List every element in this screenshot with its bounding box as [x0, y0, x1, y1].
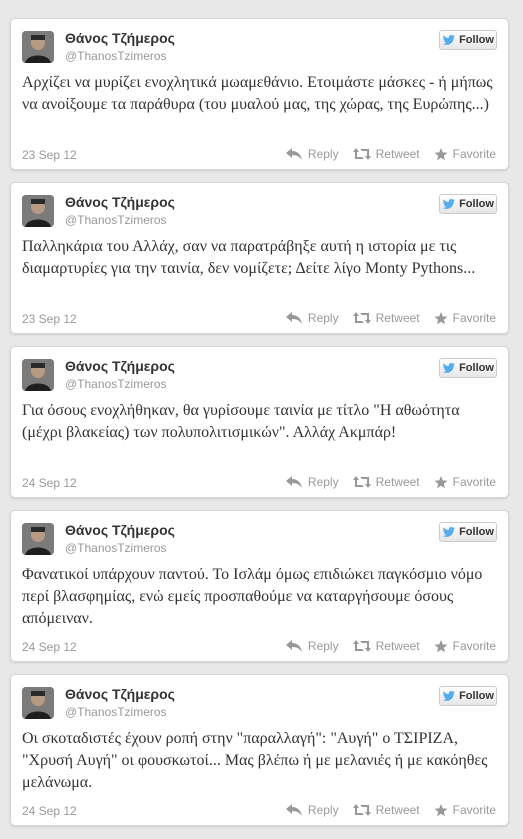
favorite-label: Favorite — [452, 803, 496, 817]
follow-label: Follow — [459, 198, 494, 210]
reply-button[interactable]: Reply — [285, 803, 339, 817]
reply-button[interactable]: Reply — [285, 147, 339, 161]
author-name[interactable]: Θάνος Τζήμερος — [65, 358, 175, 374]
reply-label: Reply — [307, 475, 339, 489]
tweet-date[interactable]: 24 Sep 12 — [22, 640, 77, 654]
favorite-label: Favorite — [452, 639, 496, 653]
retweet-button[interactable]: Retweet — [352, 639, 420, 653]
follow-label: Follow — [459, 690, 494, 702]
tweet-date[interactable]: 24 Sep 12 — [22, 476, 77, 490]
retweet-label: Retweet — [375, 803, 420, 817]
retweet-icon — [352, 804, 371, 816]
author-handle[interactable]: @ThanosTzimeros — [65, 49, 167, 63]
tweet-actions: Reply Retweet Favorite — [285, 475, 496, 489]
reply-button[interactable]: Reply — [285, 475, 339, 489]
reply-label: Reply — [307, 803, 339, 817]
author-handle[interactable]: @ThanosTzimeros — [65, 213, 167, 227]
author-name[interactable]: Θάνος Τζήμερος — [65, 30, 175, 46]
avatar[interactable] — [22, 523, 54, 555]
tweet-actions: Reply Retweet Favorite — [285, 147, 496, 161]
reply-label: Reply — [307, 311, 339, 325]
reply-arrow-icon — [285, 312, 302, 324]
author-handle[interactable]: @ThanosTzimeros — [65, 377, 167, 391]
tweet-text: Παλληκάρια του Αλλάχ, σαν να παρατράβηξε… — [22, 238, 476, 277]
reply-label: Reply — [307, 639, 339, 653]
tweet-card: Θάνος Τζήμερος @ThanosTzimeros Follow Αρ… — [10, 18, 509, 170]
avatar[interactable] — [22, 31, 54, 63]
star-icon — [434, 311, 448, 324]
favorite-button[interactable]: Favorite — [434, 475, 496, 489]
twitter-bird-icon — [442, 690, 456, 701]
tweet-text: Για όσους ενοχλήθηκαν, θα γυρίσουμε ταιν… — [22, 402, 460, 441]
follow-button[interactable]: Follow — [439, 194, 497, 214]
follow-label: Follow — [459, 34, 494, 46]
reply-arrow-icon — [285, 804, 302, 816]
star-icon — [434, 475, 448, 488]
favorite-label: Favorite — [452, 311, 496, 325]
star-icon — [434, 147, 448, 160]
favorite-button[interactable]: Favorite — [434, 147, 496, 161]
retweet-icon — [352, 312, 371, 324]
tweet-card: Θάνος Τζήμερος @ThanosTzimeros Follow Φα… — [10, 510, 509, 662]
tweet-card: Θάνος Τζήμερος @ThanosTzimeros Follow Πα… — [10, 182, 509, 334]
star-icon — [434, 803, 448, 816]
retweet-label: Retweet — [375, 639, 420, 653]
tweet-actions: Reply Retweet Favorite — [285, 639, 496, 653]
tweet-date[interactable]: 23 Sep 12 — [22, 312, 77, 326]
author-handle[interactable]: @ThanosTzimeros — [65, 541, 167, 555]
tweet-text: Αρχίζει να μυρίζει ενοχλητικά μωαμεθάνιο… — [22, 74, 493, 113]
follow-button[interactable]: Follow — [439, 522, 497, 542]
retweet-button[interactable]: Retweet — [352, 475, 420, 489]
tweet-actions: Reply Retweet Favorite — [285, 311, 496, 325]
retweet-button[interactable]: Retweet — [352, 147, 420, 161]
reply-arrow-icon — [285, 640, 302, 652]
avatar[interactable] — [22, 359, 54, 391]
author-name[interactable]: Θάνος Τζήμερος — [65, 522, 175, 538]
retweet-label: Retweet — [375, 311, 420, 325]
reply-label: Reply — [307, 147, 339, 161]
reply-arrow-icon — [285, 476, 302, 488]
favorite-button[interactable]: Favorite — [434, 803, 496, 817]
author-name[interactable]: Θάνος Τζήμερος — [65, 194, 175, 210]
tweet-date[interactable]: 23 Sep 12 — [22, 148, 77, 162]
tweet-card: Θάνος Τζήμερος @ThanosTzimeros Follow Γι… — [10, 346, 509, 498]
follow-button[interactable]: Follow — [439, 30, 497, 50]
tweet-text: Φανατικοί υπάρχουν παντού. Το Ισλάμ όμως… — [22, 566, 483, 627]
avatar[interactable] — [22, 195, 54, 227]
reply-button[interactable]: Reply — [285, 311, 339, 325]
retweet-button[interactable]: Retweet — [352, 311, 420, 325]
follow-button[interactable]: Follow — [439, 358, 497, 378]
twitter-bird-icon — [442, 526, 456, 537]
retweet-label: Retweet — [375, 475, 420, 489]
retweet-icon — [352, 640, 371, 652]
reply-button[interactable]: Reply — [285, 639, 339, 653]
retweet-button[interactable]: Retweet — [352, 803, 420, 817]
reply-arrow-icon — [285, 148, 302, 160]
twitter-bird-icon — [442, 198, 456, 209]
retweet-label: Retweet — [375, 147, 420, 161]
favorite-label: Favorite — [452, 147, 496, 161]
follow-button[interactable]: Follow — [439, 686, 497, 706]
tweet-text: Οι σκοταδιστές έχουν ροπή στην "παραλλαγ… — [22, 730, 488, 791]
follow-label: Follow — [459, 526, 494, 538]
avatar[interactable] — [22, 687, 54, 719]
follow-label: Follow — [459, 362, 494, 374]
tweet-actions: Reply Retweet Favorite — [285, 803, 496, 817]
author-handle[interactable]: @ThanosTzimeros — [65, 705, 167, 719]
author-name[interactable]: Θάνος Τζήμερος — [65, 686, 175, 702]
tweet-card: Θάνος Τζήμερος @ThanosTzimeros Follow Οι… — [10, 674, 509, 826]
twitter-bird-icon — [442, 362, 456, 373]
tweet-date[interactable]: 24 Sep 12 — [22, 804, 77, 818]
star-icon — [434, 639, 448, 652]
favorite-button[interactable]: Favorite — [434, 639, 496, 653]
retweet-icon — [352, 476, 371, 488]
favorite-label: Favorite — [452, 475, 496, 489]
twitter-bird-icon — [442, 34, 456, 45]
favorite-button[interactable]: Favorite — [434, 311, 496, 325]
retweet-icon — [352, 148, 371, 160]
